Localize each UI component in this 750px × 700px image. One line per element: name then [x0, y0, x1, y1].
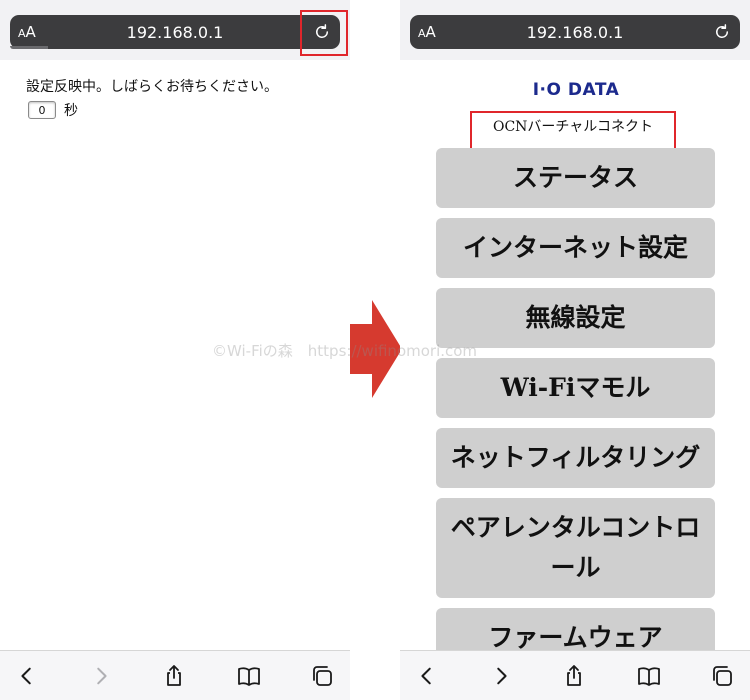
- countdown-field[interactable]: 0: [28, 101, 56, 119]
- iodata-logo: I·O DATA: [532, 80, 620, 100]
- tabs-button[interactable]: [709, 663, 735, 689]
- forward-icon: [97, 667, 107, 685]
- bookmarks-icon: [238, 667, 260, 686]
- share-icon: [567, 665, 581, 686]
- share-icon: [167, 665, 181, 686]
- menu-button-status[interactable]: ステータス: [436, 148, 715, 208]
- url-text: 192.168.0.1: [526, 23, 624, 42]
- browser-toolbar: [400, 650, 750, 700]
- bookmarks-icon: [638, 667, 660, 686]
- tabs-button[interactable]: [309, 663, 335, 689]
- bookmarks-button[interactable]: [636, 663, 662, 689]
- countdown-unit: 秒: [64, 103, 78, 119]
- tabs-icon: [313, 666, 332, 686]
- menu-button-wireless-settings[interactable]: 無線設定: [436, 288, 715, 348]
- forward-button[interactable]: [488, 663, 514, 689]
- browser-toolbar: [0, 650, 350, 700]
- reload-highlight-box: [300, 10, 348, 56]
- back-button[interactable]: [14, 663, 40, 689]
- address-bar[interactable]: AA 192.168.0.1: [410, 15, 740, 49]
- address-bar-area: AA 192.168.0.1: [0, 0, 350, 60]
- menu-button-parental-control[interactable]: ペアレンタルコントロール: [436, 498, 715, 598]
- back-icon: [21, 667, 31, 685]
- watermark: ©Wi-Fiの森 https://wifinomori.com: [212, 342, 478, 360]
- bookmarks-button[interactable]: [236, 663, 262, 689]
- menu-button-net-filtering[interactable]: ネットフィルタリング: [436, 428, 715, 488]
- router-menu: ステータス インターネット設定 無線設定 Wi-Fiマモル ネットフィルタリング…: [436, 148, 715, 678]
- forward-button[interactable]: [88, 663, 114, 689]
- back-button[interactable]: [414, 663, 440, 689]
- address-bar-area: AA 192.168.0.1: [400, 0, 750, 60]
- tabs-icon: [713, 666, 732, 686]
- share-button[interactable]: [561, 663, 587, 689]
- address-bar[interactable]: AA 192.168.0.1: [10, 15, 340, 49]
- share-button[interactable]: [161, 663, 187, 689]
- back-icon: [421, 667, 431, 685]
- menu-button-internet-settings[interactable]: インターネット設定: [436, 218, 715, 278]
- url-text: 192.168.0.1: [126, 23, 224, 42]
- loading-progress-bar: [10, 46, 48, 49]
- wait-message: 設定反映中。しばらくお待ちください。: [26, 79, 278, 95]
- menu-button-wifi-mamoru[interactable]: Wi-Fiマモル: [436, 358, 715, 418]
- countdown-row: 0 秒: [28, 100, 78, 120]
- reload-button[interactable]: [710, 20, 734, 44]
- forward-icon: [497, 667, 507, 685]
- reload-icon: [716, 24, 728, 38]
